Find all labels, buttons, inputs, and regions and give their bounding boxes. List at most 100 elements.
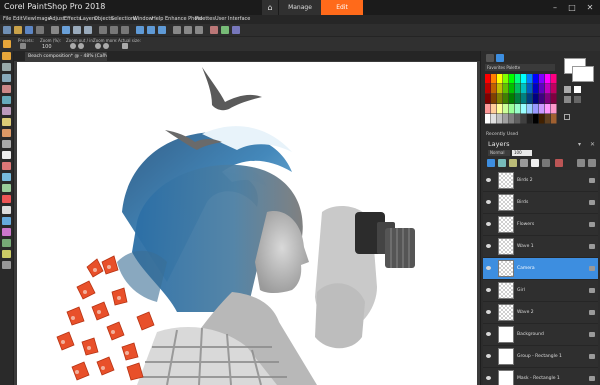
layer-lock-icon[interactable]: [589, 222, 595, 227]
fill-tool-icon[interactable]: [2, 250, 11, 258]
redo-icon[interactable]: [84, 26, 92, 34]
cut-icon[interactable]: [99, 26, 107, 34]
save-icon[interactable]: [25, 26, 33, 34]
color-swatch[interactable]: [491, 104, 497, 114]
color-swatch[interactable]: [521, 94, 527, 104]
more-tools-icon[interactable]: [2, 261, 11, 269]
layer-row-group-rectangle-1[interactable]: Group - Rectangle 1: [483, 346, 598, 368]
texture-icon[interactable]: [574, 96, 581, 103]
color-swatch[interactable]: [497, 74, 503, 84]
text-tool-icon[interactable]: [2, 206, 11, 214]
selection-tool-icon[interactable]: [2, 74, 11, 82]
maximize-button[interactable]: □: [565, 1, 579, 13]
color-swatch[interactable]: [551, 94, 557, 104]
menu-effects[interactable]: Effects: [64, 16, 81, 22]
layer-row-mask-rectangle-1[interactable]: Mask - Rectangle 1: [483, 368, 598, 385]
new-group-icon[interactable]: [520, 159, 528, 167]
color-swatch[interactable]: [527, 84, 533, 94]
color-swatch[interactable]: [509, 114, 515, 124]
color-swatch[interactable]: [545, 94, 551, 104]
visibility-eye-icon[interactable]: [486, 222, 491, 226]
color-swatch[interactable]: [545, 114, 551, 124]
crop-icon[interactable]: [136, 26, 144, 34]
layer-row-birds[interactable]: Birds: [483, 192, 598, 214]
layer-row-flowers[interactable]: Flowers: [483, 214, 598, 236]
menu-edit[interactable]: Edit: [13, 16, 23, 22]
presets-dropdown-icon[interactable]: [20, 43, 26, 49]
layer-lock-icon[interactable]: [589, 178, 595, 183]
close-button[interactable]: ✕: [583, 1, 597, 13]
airbrush-tool-icon[interactable]: [2, 173, 11, 181]
open-icon[interactable]: [14, 26, 22, 34]
color-swatch[interactable]: [545, 74, 551, 84]
color-swatch[interactable]: [503, 74, 509, 84]
background-color-swatch[interactable]: [572, 66, 594, 82]
duplicate-layer-icon[interactable]: [542, 159, 550, 167]
color-swatch[interactable]: [503, 84, 509, 94]
color-swatch[interactable]: [527, 114, 533, 124]
color-swatch[interactable]: [515, 84, 521, 94]
layer-row-wave-1[interactable]: Wave 1: [483, 236, 598, 258]
color-swatch[interactable]: [551, 84, 557, 94]
effects-icon[interactable]: [221, 26, 229, 34]
color-swatch[interactable]: [533, 104, 539, 114]
preset-shape-tool-icon[interactable]: [2, 217, 11, 225]
color-swatch[interactable]: [485, 104, 491, 114]
link-layers-icon[interactable]: [588, 159, 596, 167]
color-swatch[interactable]: [485, 94, 491, 104]
adjust-icon[interactable]: [210, 26, 218, 34]
color-swatch[interactable]: [497, 114, 503, 124]
color-swatch[interactable]: [527, 74, 533, 84]
layer-lock-icon[interactable]: [589, 266, 595, 271]
new-mask-icon[interactable]: [531, 159, 539, 167]
color-swatch[interactable]: [521, 84, 527, 94]
color-swatch[interactable]: [551, 104, 557, 114]
layer-lock-icon[interactable]: [589, 310, 595, 315]
clone-tool-icon[interactable]: [2, 140, 11, 148]
straighten-tool-icon[interactable]: [2, 107, 11, 115]
color-replacer-tool-icon[interactable]: [2, 195, 11, 203]
new-icon[interactable]: [3, 26, 11, 34]
menu-user-interface[interactable]: User Interface: [215, 16, 250, 22]
color-swatch[interactable]: [509, 84, 515, 94]
color-swatch[interactable]: [491, 114, 497, 124]
layer-row-background[interactable]: Background: [483, 324, 598, 346]
color-swatch[interactable]: [515, 94, 521, 104]
menu-view[interactable]: View: [23, 16, 35, 22]
color-swatch[interactable]: [539, 94, 545, 104]
color-swatch[interactable]: [533, 74, 539, 84]
zoom-more-out-icon[interactable]: [95, 43, 101, 49]
layer-row-girl[interactable]: Girl: [483, 280, 598, 302]
layer-lock-icon[interactable]: [589, 200, 595, 205]
resize-icon[interactable]: [147, 26, 155, 34]
color-swatch[interactable]: [545, 84, 551, 94]
document-tab[interactable]: Beach composition* @ - 48% (Camera): [25, 52, 107, 61]
new-vector-layer-icon[interactable]: [498, 159, 506, 167]
transparent-icon[interactable]: [564, 96, 571, 103]
color-swatch[interactable]: [515, 114, 521, 124]
zoom-in-icon[interactable]: [78, 43, 84, 49]
crop-tool-icon[interactable]: [2, 96, 11, 104]
color-swatch[interactable]: [539, 84, 545, 94]
visibility-eye-icon[interactable]: [486, 310, 491, 314]
red-eye-tool-icon[interactable]: [2, 118, 11, 126]
visibility-eye-icon[interactable]: [486, 332, 491, 336]
visibility-eye-icon[interactable]: [486, 244, 491, 248]
color-swatch[interactable]: [527, 104, 533, 114]
layer-lock-icon[interactable]: [589, 288, 595, 293]
color-swatch[interactable]: [485, 84, 491, 94]
color-swatch[interactable]: [509, 104, 515, 114]
minimize-button[interactable]: –: [548, 1, 562, 13]
layers-toggle-icon[interactable]: [232, 26, 240, 34]
color-swatch[interactable]: [539, 104, 545, 114]
image-canvas[interactable]: [17, 62, 477, 385]
visibility-eye-icon[interactable]: [486, 376, 491, 380]
color-swatch[interactable]: [551, 114, 557, 124]
menu-window[interactable]: Window: [133, 16, 153, 22]
layer-properties-icon[interactable]: [577, 159, 585, 167]
straighten-icon[interactable]: [158, 26, 166, 34]
copy-icon[interactable]: [110, 26, 118, 34]
layer-lock-icon[interactable]: [589, 354, 595, 359]
menu-file[interactable]: File: [3, 16, 11, 22]
new-adjustment-layer-icon[interactable]: [509, 159, 517, 167]
